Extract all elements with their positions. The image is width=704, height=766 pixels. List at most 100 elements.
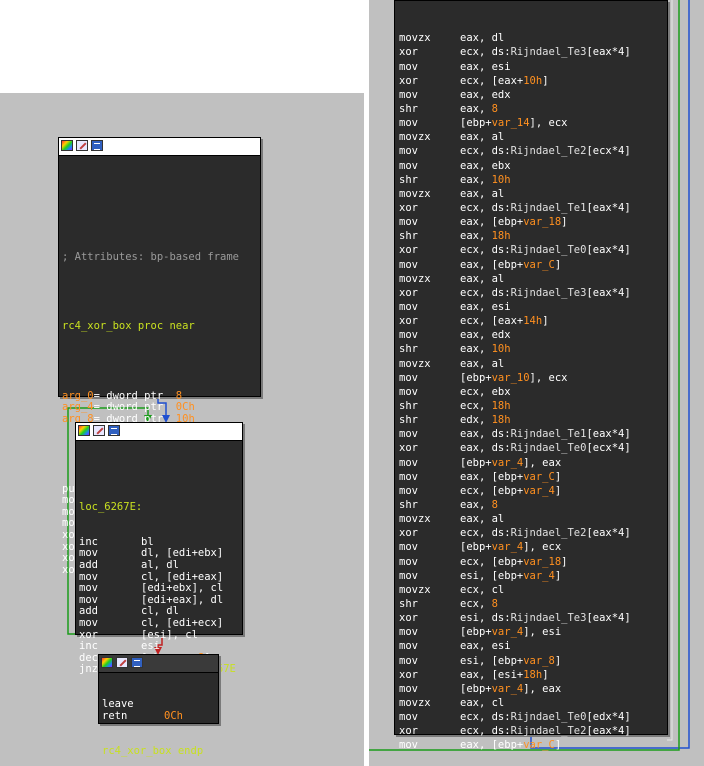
operand: [ebp+ [460, 626, 492, 639]
instruction-line[interactable]: xor ecx, ds:Rijndael_Te1[eax*4] [399, 201, 667, 215]
operand-tail: ] [542, 668, 549, 681]
instruction-line[interactable]: movzx eax, al [399, 512, 667, 526]
instruction-line[interactable]: movzx eax, al [399, 272, 667, 286]
operand: eax, [460, 498, 492, 511]
instruction-line[interactable]: mov ecx, [ebp+var_18] [399, 555, 667, 569]
instruction-line[interactable]: shr ecx, 8 [399, 597, 667, 611]
operand-tail: ] [554, 258, 562, 271]
instruction-line[interactable]: movzx eax, dl [399, 31, 667, 45]
symbol-ref: Rijndael_Te2 [510, 527, 587, 540]
instruction-line[interactable]: retn 0Ch [102, 709, 218, 723]
instruction-line[interactable]: mov eax, edx [399, 88, 667, 102]
instruction-line[interactable]: mov eax, [ebp+var_C] [399, 738, 667, 752]
mnemonic: movzx [399, 513, 431, 526]
operand-tail: [eax*4] [586, 725, 631, 738]
instruction-line[interactable]: mov [ebp+var_4], esi [399, 625, 667, 639]
instruction-line[interactable]: mov [ebp+var_4], eax [399, 456, 667, 470]
graph-icon[interactable] [78, 425, 90, 436]
instruction-line[interactable]: shr eax, 10h [399, 173, 667, 187]
instruction-line[interactable]: mov eax, [ebp+var_18] [399, 215, 667, 229]
instruction-line[interactable]: shr eax, 8 [399, 102, 667, 116]
operand-var: 8 [491, 597, 498, 610]
instruction-line[interactable]: mov [ebp+var_4], ecx [399, 540, 667, 554]
instruction-line[interactable]: mov eax, edx [399, 328, 667, 342]
instruction-line[interactable]: xor ecx, ds:Rijndael_Te3[eax*4] [399, 45, 667, 59]
mnemonic: shr [399, 343, 418, 356]
instruction-line[interactable]: mov esi, [ebp+var_4] [399, 569, 667, 583]
instruction-line[interactable]: movzx eax, al [399, 130, 667, 144]
code-block-entry[interactable]: ; Attributes: bp-based frame rc4_xor_box… [58, 137, 261, 576]
mnemonic: movzx [399, 357, 431, 370]
instruction-line[interactable]: mov ecx, ds:Rijndael_Te2[ecx*4] [399, 144, 667, 158]
symbol-ref: Rijndael_Te0 [510, 442, 587, 455]
instruction-line[interactable]: mov esi, [ebp+var_8] [399, 654, 667, 668]
instruction-line[interactable]: movzx eax, al [399, 357, 667, 371]
mnemonic: mov [399, 541, 418, 554]
operand: eax, [460, 103, 492, 116]
instruction-line[interactable]: mov eax, esi [399, 300, 667, 314]
instruction-line[interactable]: xor ecx, [eax+14h] [399, 314, 667, 328]
instruction-line[interactable]: mov eax, ebx [399, 159, 667, 173]
operand-tail: ] [554, 569, 562, 582]
instruction-line[interactable]: xor ecx, [eax+10h] [399, 74, 667, 88]
instruction-line[interactable]: mov eax, [ebp+var_C] [399, 258, 667, 272]
instruction-line[interactable]: movzx ecx, cl [399, 583, 667, 597]
graph-view-right[interactable]: movzx eax, dl xor ecx, ds:Rijndael_Te3[eax*… [369, 0, 704, 766]
list-icon[interactable] [91, 140, 103, 151]
code-block-aes-round[interactable]: movzx eax, dl xor ecx, ds:Rijndael_Te3[eax*… [394, 0, 668, 751]
instruction-line[interactable]: xor ecx, ds:Rijndael_Te3[eax*4] [399, 286, 667, 300]
instruction-line[interactable]: shr eax, 8 [399, 498, 667, 512]
instruction-line[interactable]: mov eax, [ebp+var_C] [399, 470, 667, 484]
instruction-line[interactable]: xor ecx, ds:Rijndael_Te0[eax*4] [399, 243, 667, 257]
instruction-line[interactable]: xor ecx, ds:Rijndael_Te2[eax*4] [399, 724, 667, 738]
instruction-line[interactable]: movzx eax, al [399, 187, 667, 201]
instruction-line[interactable]: shr ecx, 18h [399, 399, 667, 413]
operand: edx, [460, 414, 492, 427]
operand-var: 0Ch [164, 709, 183, 722]
operand: eax, edx [460, 329, 511, 342]
instruction-line[interactable]: xor [esi], cl [79, 629, 242, 642]
operand-var: 10h [491, 343, 511, 356]
graph-icon[interactable] [101, 657, 113, 668]
instruction-line[interactable]: shr eax, 10h [399, 342, 667, 356]
mnemonic: movzx [399, 583, 431, 596]
instruction-line[interactable]: mov [ebp+var_14], ecx [399, 116, 667, 130]
operand-var: 18h [491, 230, 511, 243]
operand: esi [141, 640, 160, 653]
list-icon[interactable] [108, 425, 120, 436]
instruction-line[interactable]: mov ecx, ebx [399, 385, 667, 399]
edit-icon[interactable] [93, 425, 105, 436]
symbol-ref: Rijndael_Te0 [510, 711, 587, 724]
instruction-line[interactable]: xor ecx, ds:Rijndael_Te2[eax*4] [399, 526, 667, 540]
mnemonic: mov [399, 60, 418, 73]
instruction-line[interactable]: xor eax, [esi+18h] [399, 668, 667, 682]
code-block-exit[interactable]: leave retn 0Ch rc4_xor_box endp [98, 654, 219, 756]
instruction-line[interactable]: mov [ebp+var_10], ecx [399, 371, 667, 385]
instruction-line[interactable]: mov eax, esi [399, 60, 667, 74]
edit-icon[interactable] [76, 140, 88, 151]
operand: eax, [460, 173, 492, 186]
symbol-ref: Rijndael_Te1 [510, 428, 587, 441]
instruction-line[interactable]: shr eax, 18h [399, 229, 667, 243]
operand: eax, [ebp+ [460, 470, 524, 483]
instruction-line[interactable]: movzx eax, cl [399, 696, 667, 710]
code-block-loop[interactable]: loc_6267E: inc bl mov dl, [edi+ebx] add al, d… [75, 422, 243, 675]
instruction-line[interactable]: mov [ebp+var_4], eax [399, 682, 667, 696]
operand-var: var_4 [523, 569, 555, 582]
instruction-line[interactable]: xor eax, ds:Rijndael_Te0[ecx*4] [399, 441, 667, 455]
list-icon[interactable] [131, 657, 143, 668]
graph-icon[interactable] [61, 140, 73, 151]
operand-var: var_10 [491, 371, 530, 384]
instruction-line[interactable]: shr edx, 18h [399, 413, 667, 427]
instruction-line[interactable]: mov ecx, ds:Rijndael_Te0[edx*4] [399, 710, 667, 724]
graph-view-left[interactable]: ; Attributes: bp-based frame rc4_xor_box… [0, 93, 364, 766]
edit-icon[interactable] [116, 657, 128, 668]
instruction-line[interactable]: mov ecx, [ebp+var_4] [399, 484, 667, 498]
operand: [ebp+ [460, 456, 492, 469]
block-code[interactable]: leave retn 0Ch rc4_xor_box endp [99, 673, 218, 766]
instruction-line[interactable]: mov eax, ds:Rijndael_Te1[eax*4] [399, 427, 667, 441]
block-code[interactable]: movzx eax, dl xor ecx, ds:Rijndael_Te3[eax*… [395, 1, 667, 766]
instruction-line[interactable]: mov eax, esi [399, 639, 667, 653]
instruction-line[interactable]: xor esi, ds:Rijndael_Te3[eax*4] [399, 611, 667, 625]
mnemonic: retn [102, 709, 128, 722]
